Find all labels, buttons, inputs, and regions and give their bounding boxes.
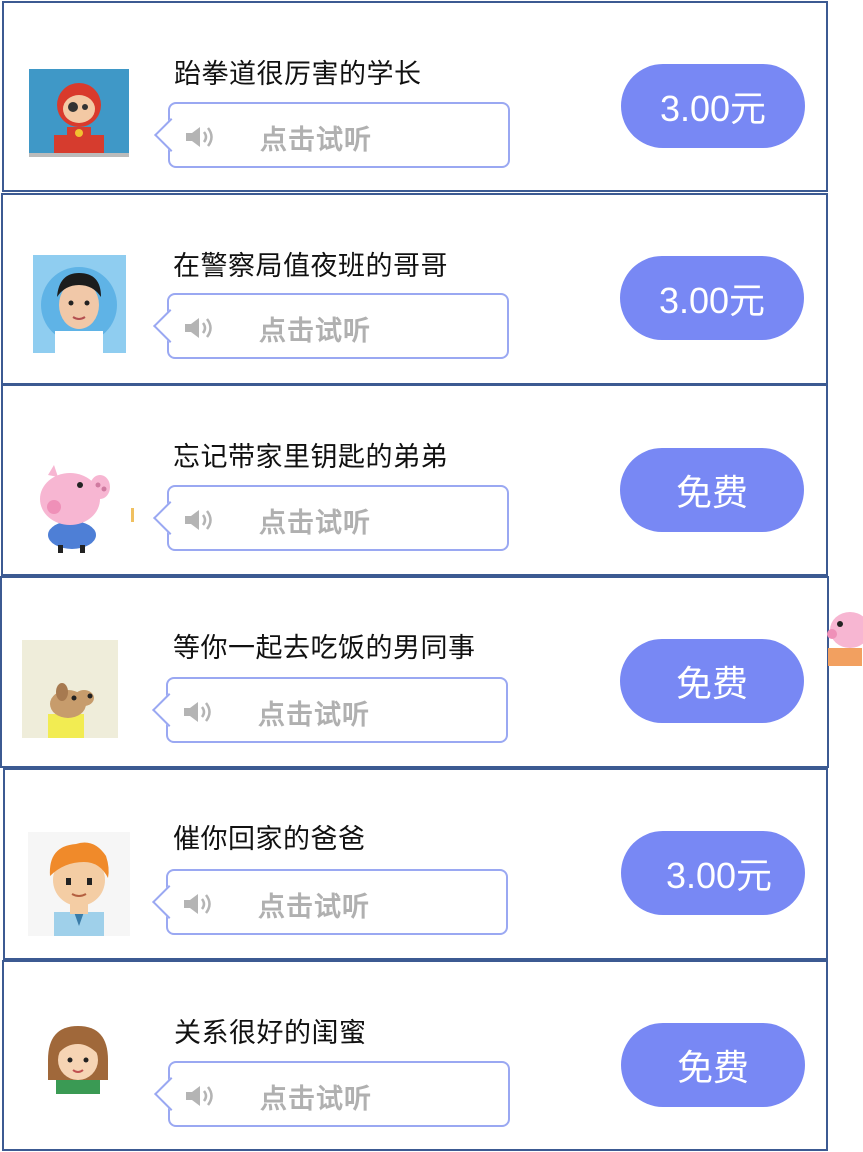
pink-pig-fragment-icon [822, 604, 863, 666]
bubble-tail [153, 501, 187, 535]
voice-name: 在警察局值夜班的哥哥 [173, 251, 448, 282]
listen-button[interactable]: 点击试听 [152, 677, 508, 743]
price-button[interactable]: 免费 [621, 1023, 805, 1107]
decorative-fragment [131, 506, 135, 526]
girl-bestie-avatar-icon [42, 1020, 114, 1094]
speaker-icon [185, 510, 212, 530]
listen-label: 点击试听 [258, 892, 370, 923]
speaker-icon [186, 127, 213, 147]
voice-card: 在警察局值夜班的哥哥 点击试听 3.00元 [1, 193, 828, 385]
price-button[interactable]: 3.00元 [621, 64, 805, 148]
listen-label: 点击试听 [260, 125, 372, 156]
voice-name: 催你回家的爸爸 [173, 824, 366, 855]
listen-label: 点击试听 [260, 1084, 372, 1115]
bubble-tail [154, 118, 188, 152]
speaker-icon [185, 318, 212, 338]
price-button[interactable]: 免费 [620, 448, 804, 532]
listen-button[interactable]: 点击试听 [153, 293, 509, 359]
speaker-icon [184, 894, 211, 914]
voice-name: 关系很好的闺蜜 [174, 1018, 367, 1049]
bubble-tail [154, 1077, 188, 1111]
speaker-icon [184, 702, 211, 722]
bubble-tail [153, 309, 187, 343]
police-brother-avatar-icon [33, 255, 126, 353]
listen-label: 点击试听 [258, 700, 370, 731]
bubble-tail [152, 885, 186, 919]
voice-card: 等你一起去吃饭的男同事 点击试听 免费 [0, 576, 829, 768]
price-button[interactable]: 3.00元 [621, 831, 805, 915]
voice-card: 催你回家的爸爸 点击试听 3.00元 [3, 768, 828, 960]
bubble-tail [152, 693, 186, 727]
listen-button[interactable]: 点击试听 [152, 869, 508, 935]
speaker-icon [186, 1086, 213, 1106]
price-button[interactable]: 免费 [620, 639, 804, 723]
voice-name: 忘记带家里钥匙的弟弟 [173, 442, 448, 473]
voice-card: 跆拳道很厉害的学长 点击试听 3.00元 [2, 1, 828, 192]
listen-label: 点击试听 [259, 316, 371, 347]
taekwondo-boy-avatar-icon [29, 69, 129, 157]
cartoon-dog-avatar-icon [22, 640, 118, 738]
voice-name: 跆拳道很厉害的学长 [174, 59, 422, 90]
voice-card: 忘记带家里钥匙的弟弟 点击试听 免费 [1, 384, 828, 576]
price-button[interactable]: 3.00元 [620, 256, 804, 340]
voice-card: 关系很好的闺蜜 点击试听 免费 [2, 960, 828, 1151]
listen-button[interactable]: 点击试听 [153, 485, 509, 551]
listen-button[interactable]: 点击试听 [154, 1061, 510, 1127]
voice-name: 等你一起去吃饭的男同事 [173, 633, 476, 664]
orange-hair-dad-avatar-icon [28, 832, 130, 936]
listen-label: 点击试听 [259, 508, 371, 539]
pink-pig-avatar-icon [28, 461, 118, 556]
listen-button[interactable]: 点击试听 [154, 102, 510, 168]
